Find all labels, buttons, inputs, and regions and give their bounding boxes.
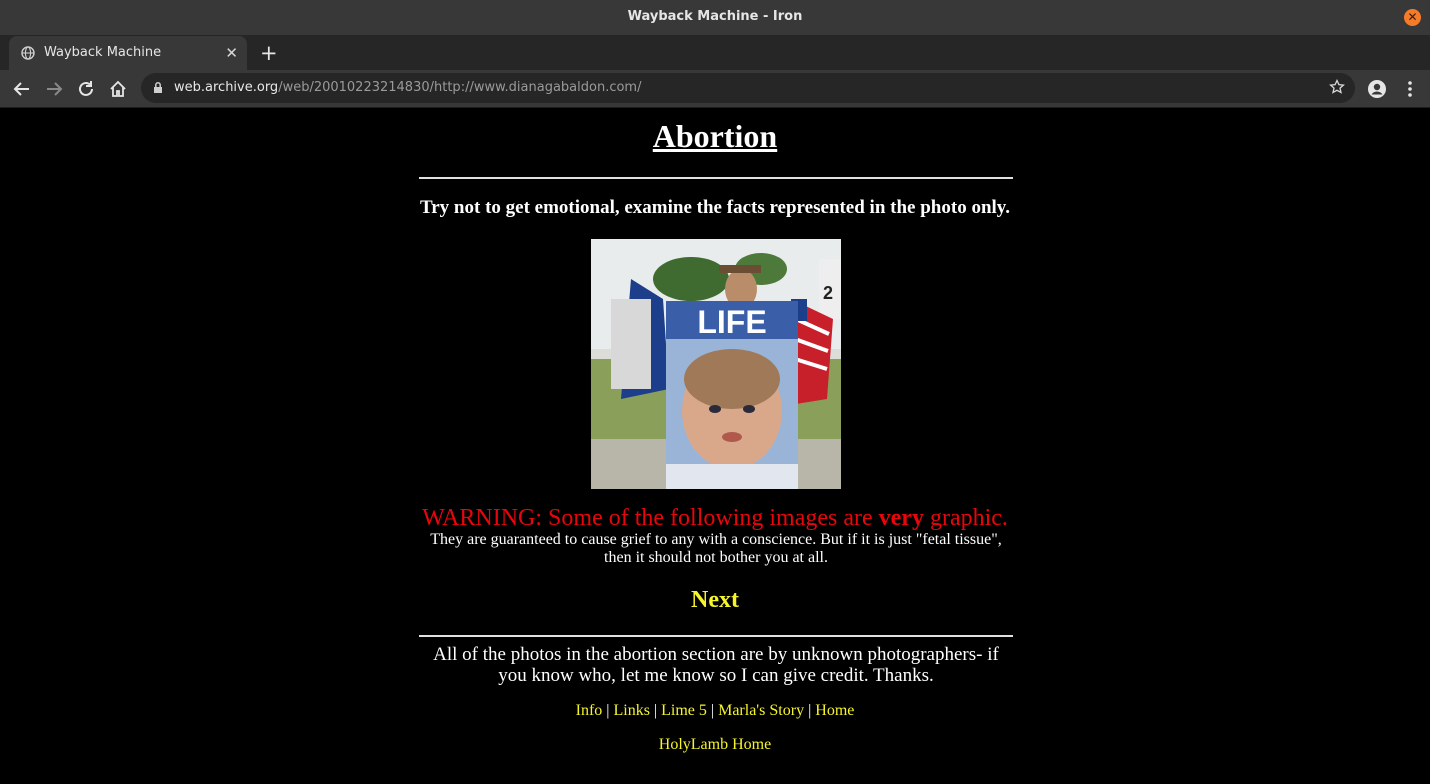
page-content: Abortion Try not to get emotional, exami… <box>0 108 1430 784</box>
holylamb-home-link[interactable]: HolyLamb Home <box>659 736 771 753</box>
links-link[interactable]: Links <box>613 702 649 719</box>
next-link[interactable]: Next <box>691 587 739 613</box>
back-arrow-icon[interactable] <box>12 79 32 99</box>
url-host: web.archive.org <box>174 80 279 95</box>
new-tab-button[interactable]: + <box>260 41 278 65</box>
tab-wayback-machine[interactable]: Wayback Machine ✕ <box>9 36 247 70</box>
warning-subtext: They are guaranteed to cause grief to an… <box>430 531 1002 566</box>
holylamb-home-container: HolyLamb Home <box>0 736 1430 754</box>
horizontal-rule-bottom <box>419 635 1013 637</box>
navigation-toolbar: web.archive.org/web/20010223214830/http:… <box>0 70 1430 108</box>
window-title: Wayback Machine - Iron <box>627 9 803 24</box>
photo-credit-text: All of the photos in the abortion sectio… <box>433 644 999 686</box>
nav-separator: | <box>710 702 715 719</box>
home-link[interactable]: Home <box>815 702 854 719</box>
nav-separator: | <box>808 702 812 719</box>
globe-icon <box>21 46 35 60</box>
url-text[interactable]: web.archive.org/web/20010223214830/http:… <box>174 80 641 95</box>
forward-arrow-icon[interactable] <box>44 79 64 99</box>
title-bar: Wayback Machine - Iron ✕ <box>0 0 1430 35</box>
life-magazine-protest-photo: 2 LIFE <box>591 239 841 489</box>
home-icon[interactable] <box>108 79 128 99</box>
address-bar[interactable]: web.archive.org/web/20010223214830/http:… <box>141 73 1355 103</box>
warning-emphasis: very <box>878 505 924 531</box>
tab-strip: Wayback Machine ✕ + <box>0 35 1430 70</box>
intro-text: Try not to get emotional, examine the fa… <box>419 197 1010 218</box>
lime5-link[interactable]: Lime 5 <box>661 702 707 719</box>
nav-separator: | <box>606 702 610 719</box>
tab-label: Wayback Machine <box>44 45 162 60</box>
footer-nav-links: Info | Links | Lime 5 | Marla's Story | … <box>0 702 1430 720</box>
window-close-button[interactable]: ✕ <box>1404 9 1421 26</box>
warning-before: WARNING: Some of the following images ar… <box>422 505 879 531</box>
info-link[interactable]: Info <box>576 702 603 719</box>
warning-text: WARNING: Some of the following images ar… <box>0 505 1430 532</box>
warning-after: graphic. <box>923 505 1008 531</box>
horizontal-rule-top <box>419 177 1013 179</box>
nav-separator: | <box>653 702 658 719</box>
profile-avatar-icon[interactable] <box>1367 79 1387 99</box>
svg-text:2: 2 <box>823 283 833 303</box>
menu-kebab-icon[interactable] <box>1400 79 1420 99</box>
photo-life-text: LIFE <box>697 304 766 340</box>
reload-icon[interactable] <box>76 79 96 99</box>
next-link-container: Next <box>0 587 1430 614</box>
page-title: Abortion <box>652 118 778 154</box>
marlas-story-link[interactable]: Marla's Story <box>718 702 804 719</box>
lock-icon[interactable] <box>153 81 163 94</box>
bookmark-star-icon[interactable] <box>1329 79 1345 95</box>
tab-close-icon[interactable]: ✕ <box>225 44 238 62</box>
url-path: /web/20010223214830/http://www.dianagaba… <box>278 80 642 95</box>
